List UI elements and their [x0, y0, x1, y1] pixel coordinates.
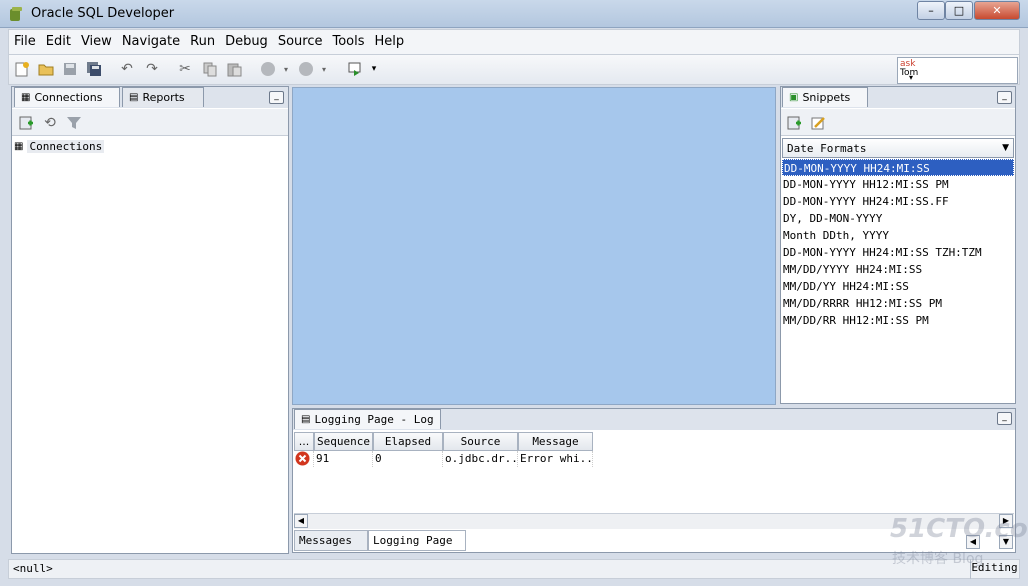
table-row[interactable]: 91 0 o.jdbc.dr... Error whi... — [294, 451, 593, 467]
connections-tree-root[interactable]: ▦ Connections — [14, 140, 105, 153]
tab-snippets[interactable]: ▣ Snippets — [782, 87, 868, 107]
open-folder-icon[interactable] — [37, 60, 55, 78]
cut-icon[interactable]: ✂ — [176, 60, 194, 78]
watermark-caption: 技术博客 Blog — [892, 551, 984, 567]
col-marker[interactable]: ... — [294, 432, 314, 451]
menu-tools[interactable]: Tools — [327, 30, 369, 54]
ask-dropdown-icon[interactable]: ▾ — [909, 73, 913, 82]
forward-dropdown-icon[interactable]: ▾ — [315, 60, 333, 78]
edit-snippet-icon[interactable] — [809, 114, 827, 132]
status-bar — [8, 559, 1020, 579]
tab-logging-page-bottom[interactable]: Logging Page — [368, 530, 466, 551]
filter-icon[interactable] — [65, 114, 83, 132]
paste-icon[interactable] — [225, 60, 243, 78]
menu-debug[interactable]: Debug — [220, 30, 273, 54]
copy-icon[interactable] — [201, 60, 219, 78]
tab-logging-page[interactable]: ▤ Logging Page - Log — [294, 409, 441, 429]
watermark-logo: 51CTO.com — [890, 514, 1028, 544]
menu-edit[interactable]: Edit — [41, 30, 76, 54]
back-dropdown-icon[interactable]: ▾ — [277, 60, 295, 78]
tab-reports[interactable]: ▤ Reports — [122, 87, 204, 107]
tab-reports-label: Reports — [142, 91, 185, 104]
new-file-icon[interactable] — [13, 60, 31, 78]
snippet-item[interactable]: DD-MON-YYYY HH24:MI:SS — [782, 159, 1014, 176]
connections-panel — [11, 86, 289, 554]
snippet-category-value: Date Formats — [787, 141, 867, 155]
snippet-item[interactable]: DD-MON-YYYY HH24:MI:SS TZH:TZM — [782, 244, 1014, 261]
tab-logging-label: Logging Page - Log — [314, 413, 434, 426]
close-button[interactable]: ✕ — [974, 1, 1020, 20]
maximize-button[interactable]: □ — [945, 1, 973, 20]
menu-navigate[interactable]: Navigate — [117, 30, 185, 54]
reports-icon: ▤ — [129, 92, 139, 103]
col-source[interactable]: Source — [443, 432, 518, 451]
save-all-icon[interactable] — [85, 60, 103, 78]
snippet-item[interactable]: DD-MON-YYYY HH12:MI:SS PM — [782, 176, 1014, 193]
snippet-item[interactable]: Month DDth, YYYY — [782, 227, 1014, 244]
snippet-item[interactable]: MM/DD/YY HH24:MI:SS — [782, 278, 1014, 295]
minimize-snippets-button[interactable]: _ — [997, 91, 1012, 104]
menu-run[interactable]: Run — [185, 30, 220, 54]
menu-bar: File Edit View Navigate Run Debug Source Tools H… — [8, 29, 1020, 55]
minimize-button[interactable]: – — [917, 1, 945, 20]
cell-elapsed: 0 — [373, 451, 443, 467]
connections-icon: ▦ — [21, 92, 31, 103]
tab-snippets-label: Snippets — [802, 91, 851, 104]
forward-icon[interactable] — [297, 60, 315, 78]
app-icon — [10, 7, 22, 21]
chevron-down-icon: ▼ — [1002, 143, 1009, 153]
snippet-item[interactable]: MM/DD/RR HH12:MI:SS PM — [782, 312, 1014, 329]
save-icon[interactable] — [61, 60, 79, 78]
snippet-item[interactable]: MM/DD/RRRR HH12:MI:SS PM — [782, 295, 1014, 312]
add-connection-icon[interactable] — [17, 114, 35, 132]
log-grid-header: ... Sequence Elapsed Source Message — [294, 432, 593, 451]
cell-source: o.jdbc.dr... — [445, 451, 518, 467]
menu-help[interactable]: Help — [370, 30, 410, 54]
sql-worksheet-dropdown-icon[interactable]: ▾ — [365, 60, 383, 78]
redo-icon[interactable]: ↷ — [143, 60, 161, 78]
menu-file[interactable]: File — [9, 30, 41, 54]
snippet-item[interactable]: DY, DD-MON-YYYY — [782, 210, 1014, 227]
col-message[interactable]: Message — [518, 432, 593, 451]
cell-message: Error whi... — [520, 451, 593, 467]
window-title: Oracle SQL Developer — [31, 6, 175, 21]
snippets-icon: ▣ — [789, 92, 799, 103]
col-elapsed[interactable]: Elapsed — [373, 432, 443, 451]
cell-sequence: 91 — [314, 451, 373, 467]
sql-worksheet-icon[interactable] — [346, 60, 364, 78]
minimize-log-button[interactable]: _ — [997, 412, 1012, 425]
snippet-item[interactable]: MM/DD/YYYY HH24:MI:SS — [782, 261, 1014, 278]
error-icon — [294, 451, 314, 467]
scroll-left-icon[interactable]: ◀ — [294, 514, 308, 528]
snippet-category-select[interactable]: Date Formats ▼ — [782, 138, 1014, 158]
add-snippet-icon[interactable] — [785, 114, 803, 132]
status-text: <null> — [13, 562, 53, 575]
tab-connections[interactable]: ▦ Connections — [14, 87, 120, 107]
tab-messages[interactable]: Messages — [294, 530, 368, 551]
undo-icon[interactable]: ↶ — [118, 60, 136, 78]
tab-connections-label: Connections — [34, 91, 103, 104]
log-bottom-tabs: Messages Logging Page — [294, 530, 466, 551]
minimize-panel-button[interactable]: _ — [269, 91, 284, 104]
connections-tree-icon: ▦ — [14, 141, 24, 152]
snippet-item[interactable]: DD-MON-YYYY HH24:MI:SS.FF — [782, 193, 1014, 210]
menu-source[interactable]: Source — [273, 30, 328, 54]
menu-view[interactable]: View — [76, 30, 117, 54]
connections-tree-label: Connections — [27, 140, 105, 153]
editor-area[interactable] — [292, 87, 776, 405]
col-sequence[interactable]: Sequence — [314, 432, 373, 451]
back-icon[interactable] — [259, 60, 277, 78]
refresh-icon[interactable]: ⟲ — [41, 114, 59, 132]
log-icon: ▤ — [301, 414, 311, 425]
